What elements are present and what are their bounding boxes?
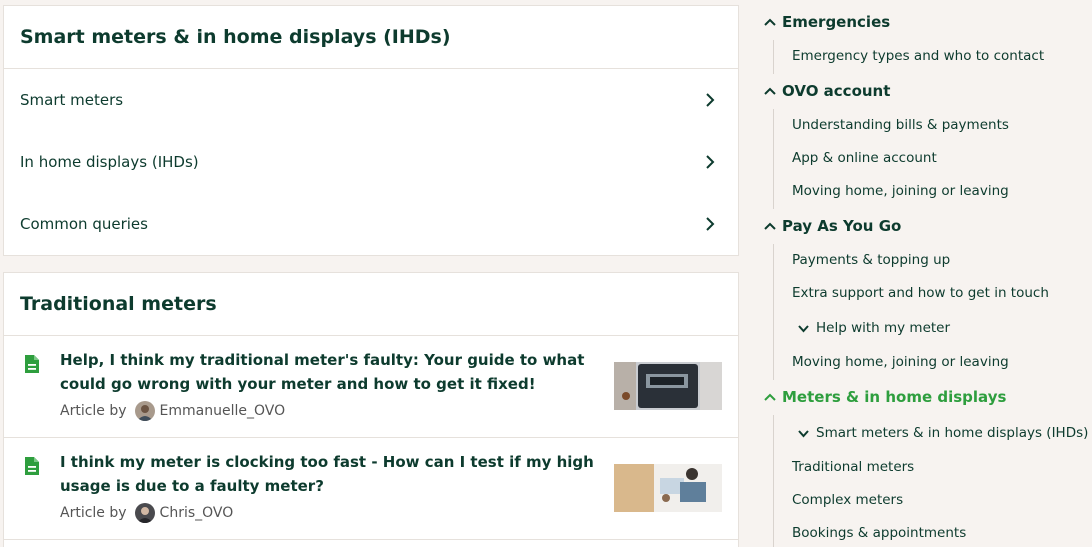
document-icon <box>25 457 39 475</box>
sidebar-item-moving-home[interactable]: Moving home, joining or leaving <box>792 183 1009 199</box>
tree-line <box>773 244 774 380</box>
avatar[interactable] <box>134 503 155 523</box>
author-name[interactable]: Chris_OVO <box>160 505 234 521</box>
byline-label: Article by <box>60 403 127 419</box>
traditional-meters-card: Traditional meters Help, I think my trad… <box>3 272 739 547</box>
sidebar-item-extra-support[interactable]: Extra support and how to get in touch <box>792 285 1049 301</box>
tree-line <box>773 109 774 209</box>
section-label: Meters & in home displays <box>782 388 1007 406</box>
traditional-meters-title: Traditional meters <box>4 273 738 336</box>
tree-line <box>773 415 774 547</box>
article-item[interactable]: I think my meter is clocking too fast - … <box>4 438 738 540</box>
document-icon <box>25 355 39 373</box>
sidebar-section-pay-as-you-go[interactable]: Pay As You Go <box>764 217 901 235</box>
sidebar-item-emergency-types[interactable]: Emergency types and who to contact <box>792 48 1044 64</box>
section-label: OVO account <box>782 82 891 100</box>
sidebar-section-emergencies[interactable]: Emergencies <box>764 13 890 31</box>
link-smart-meters[interactable]: Smart meters <box>4 69 738 131</box>
caret-up-icon <box>764 18 776 26</box>
sidebar-item-complex-meters[interactable]: Complex meters <box>792 492 903 508</box>
article-title[interactable]: I think my meter is clocking too fast - … <box>60 450 600 498</box>
caret-up-icon <box>764 393 776 401</box>
article-thumbnail[interactable] <box>614 362 722 410</box>
chevron-right-icon <box>706 155 715 169</box>
link-in-home-displays[interactable]: In home displays (IHDs) <box>4 131 738 193</box>
tree-line <box>773 40 774 74</box>
chevron-right-icon <box>706 217 715 231</box>
link-common-queries[interactable]: Common queries <box>4 193 738 255</box>
link-label: Common queries <box>20 215 148 233</box>
sidebar-item-bookings[interactable]: Bookings & appointments <box>792 525 966 541</box>
article-byline: Article by Chris_OVO <box>60 503 233 523</box>
article-thumbnail[interactable] <box>614 464 722 512</box>
link-label: In home displays (IHDs) <box>20 153 199 171</box>
section-label: Emergencies <box>782 13 891 31</box>
smart-meters-card: Smart meters & in home displays (IHDs) S… <box>3 5 739 256</box>
sidebar-section-ovo-account[interactable]: OVO account <box>764 82 890 100</box>
caret-up-icon <box>764 222 776 230</box>
sidebar-item-payments-topping-up[interactable]: Payments & topping up <box>792 252 950 268</box>
article-title[interactable]: Help, I think my traditional meter's fau… <box>60 348 600 396</box>
chevron-right-icon <box>706 93 715 107</box>
byline-label: Article by <box>60 505 127 521</box>
sidebar-item-moving-home-payg[interactable]: Moving home, joining or leaving <box>792 354 1009 370</box>
link-label: Smart meters <box>20 91 124 109</box>
sidebar-item-app-online[interactable]: App & online account <box>792 150 937 166</box>
sidebar-item-help-with-meter[interactable]: Help with my meter <box>798 320 950 336</box>
caret-down-icon <box>798 324 809 332</box>
avatar[interactable] <box>134 401 155 421</box>
sidebar-item-smart-meters-ihd[interactable]: Smart meters & in home displays (IHDs) <box>798 425 1088 441</box>
author-name[interactable]: Emmanuelle_OVO <box>160 403 286 419</box>
sidebar-item-traditional-meters[interactable]: Traditional meters <box>792 459 914 475</box>
sidebar-item-bills-payments[interactable]: Understanding bills & payments <box>792 117 1009 133</box>
article-byline: Article by Emmanuelle_OVO <box>60 401 285 421</box>
sidebar-nav: Emergencies Emergency types and who to c… <box>760 0 1092 547</box>
smart-meters-title: Smart meters & in home displays (IHDs) <box>4 6 738 69</box>
caret-down-icon <box>798 429 809 437</box>
caret-up-icon <box>764 87 776 95</box>
article-item[interactable]: Help, I think my traditional meter's fau… <box>4 336 738 438</box>
item-label: Help with my meter <box>816 320 951 336</box>
sidebar-section-meters-ihd[interactable]: Meters & in home displays <box>764 388 1006 406</box>
section-label: Pay As You Go <box>782 217 902 235</box>
item-label: Smart meters & in home displays (IHDs) <box>816 425 1089 441</box>
